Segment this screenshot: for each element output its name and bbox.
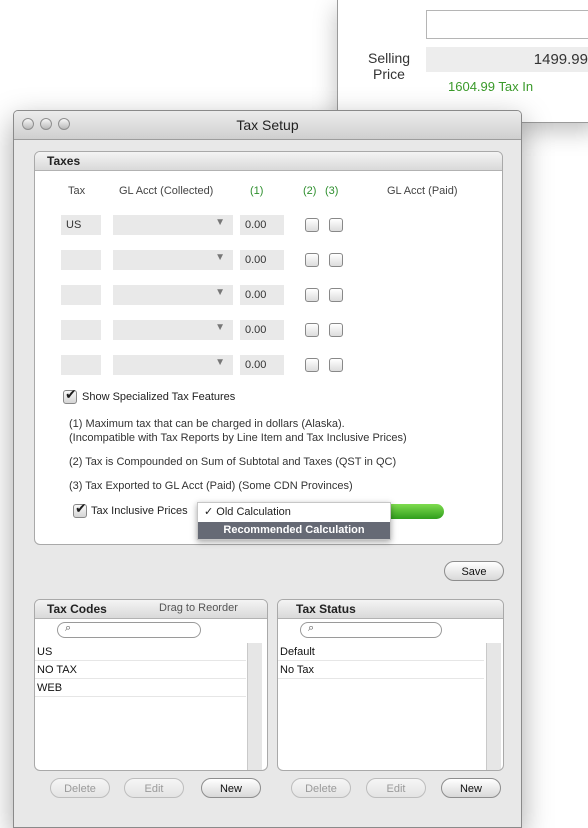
selling-price-label-line2: Price [373, 66, 405, 82]
column-1: (1) [250, 185, 264, 197]
tax-name-field[interactable] [61, 320, 101, 340]
new-tax-code-button[interactable]: New [201, 778, 261, 798]
exported-checkbox[interactable] [329, 323, 343, 337]
dropdown-arrow-icon: ▼ [215, 287, 225, 298]
dropdown-arrow-icon: ▼ [215, 252, 225, 263]
tax-inclusive-price: 1604.99 Tax In [448, 79, 534, 94]
calculation-method-menu[interactable]: ✓ Old Calculation Recommended Calculatio… [197, 502, 391, 540]
tax-code-item[interactable]: WEB [35, 679, 246, 697]
tax-status-header: Tax Status [278, 600, 503, 619]
selling-price-label: Selling Price [356, 50, 422, 82]
exported-checkbox[interactable] [329, 358, 343, 372]
note-2: (2) Tax is Compounded on Sum of Subtotal… [69, 456, 397, 468]
search-icon: ⌕ [308, 622, 315, 634]
selling-price-field[interactable]: 1499.99 [426, 47, 588, 72]
max-tax-field[interactable]: 0.00 [240, 355, 284, 375]
tax-codes-header: Tax Codes Drag to Reorder [35, 600, 267, 619]
max-tax-field[interactable]: 0.00 [240, 320, 284, 340]
empty-field[interactable] [426, 10, 588, 39]
taxes-panel: Taxes Tax GL Acct (Collected) (1) (2) (3… [34, 151, 503, 545]
compound-checkbox[interactable] [305, 358, 319, 372]
show-specialized-checkbox[interactable] [63, 386, 77, 404]
tax-codes-scrollbar[interactable] [247, 643, 262, 770]
note-1-line-2: (Incompatible with Tax Reports by Line I… [69, 432, 407, 444]
gl-collected-dropdown[interactable]: ▼ [113, 320, 233, 340]
taxes-panel-header: Taxes [35, 152, 502, 171]
note-1-line-1: (1) Maximum tax that can be charged in d… [69, 418, 345, 430]
show-specialized-label: Show Specialized Tax Features [82, 391, 236, 403]
compound-checkbox[interactable] [305, 288, 319, 302]
dropdown-arrow-icon: ▼ [215, 217, 225, 228]
search-icon: ⌕ [65, 622, 72, 634]
exported-checkbox[interactable] [329, 288, 343, 302]
edit-tax-code-button[interactable]: Edit [124, 778, 184, 798]
tax-name-field[interactable] [61, 355, 101, 375]
tax-codes-search-input[interactable]: ⌕ [57, 622, 201, 638]
tax-codes-panel: Tax Codes Drag to Reorder ⌕ US NO TAX WE… [34, 599, 268, 771]
delete-tax-code-button[interactable]: Delete [50, 778, 110, 798]
gl-collected-dropdown[interactable]: ▼ [113, 355, 233, 375]
tax-status-title: Tax Status [296, 602, 356, 616]
compound-checkbox[interactable] [305, 218, 319, 232]
max-tax-field[interactable]: 0.00 [240, 250, 284, 270]
column-gl-collected: GL Acct (Collected) [119, 185, 214, 197]
tax-status-item[interactable]: Default [278, 643, 484, 661]
menu-item-old-calculation[interactable]: ✓ Old Calculation [198, 504, 396, 521]
edit-tax-status-button[interactable]: Edit [366, 778, 426, 798]
window-title: Tax Setup [236, 117, 299, 133]
tax-inclusive-label: Tax Inclusive Prices [91, 505, 188, 517]
column-gl-paid: GL Acct (Paid) [387, 185, 458, 197]
tax-setup-window: Tax Setup Taxes Tax GL Acct (Collected) … [13, 110, 522, 828]
compound-checkbox[interactable] [305, 323, 319, 337]
tax-name-field[interactable] [61, 250, 101, 270]
tax-status-item[interactable]: No Tax [278, 661, 484, 679]
drag-reorder-hint: Drag to Reorder [159, 602, 238, 614]
gl-collected-dropdown[interactable]: ▼ [113, 250, 233, 270]
exported-checkbox[interactable] [329, 253, 343, 267]
tax-status-search-input[interactable]: ⌕ [300, 622, 442, 638]
dropdown-arrow-icon: ▼ [215, 322, 225, 333]
column-tax: Tax [68, 185, 86, 197]
tax-codes-title: Tax Codes [47, 602, 107, 616]
column-3: (3) [325, 185, 339, 197]
note-3: (3) Tax Exported to GL Acct (Paid) (Some… [69, 480, 353, 492]
tax-name-field[interactable]: US [61, 215, 101, 235]
taxes-panel-title: Taxes [47, 154, 81, 168]
gl-collected-dropdown[interactable]: ▼ [113, 215, 233, 235]
new-tax-status-button[interactable]: New [441, 778, 501, 798]
tax-code-item[interactable]: NO TAX [35, 661, 246, 679]
dropdown-arrow-icon: ▼ [215, 357, 225, 368]
selling-price-label-line1: Selling [367, 50, 411, 66]
background-price-window: Selling Price 1499.99 1604.99 Tax In [337, 0, 588, 123]
gl-collected-dropdown[interactable]: ▼ [113, 285, 233, 305]
tax-inclusive-checkbox[interactable] [73, 500, 87, 518]
max-tax-field[interactable]: 0.00 [240, 215, 284, 235]
max-tax-field[interactable]: 0.00 [240, 285, 284, 305]
delete-tax-status-button[interactable]: Delete [291, 778, 351, 798]
menu-item-recommended-calculation[interactable]: Recommended Calculation [198, 522, 390, 539]
exported-checkbox[interactable] [329, 218, 343, 232]
tax-name-field[interactable] [61, 285, 101, 305]
title-bar: Tax Setup [14, 111, 521, 140]
tax-status-scrollbar[interactable] [486, 643, 501, 770]
tax-code-item[interactable]: US [35, 643, 246, 661]
save-button[interactable]: Save [444, 561, 504, 581]
tax-status-panel: Tax Status ⌕ Default No Tax [277, 599, 504, 771]
column-2: (2) [303, 185, 317, 197]
compound-checkbox[interactable] [305, 253, 319, 267]
